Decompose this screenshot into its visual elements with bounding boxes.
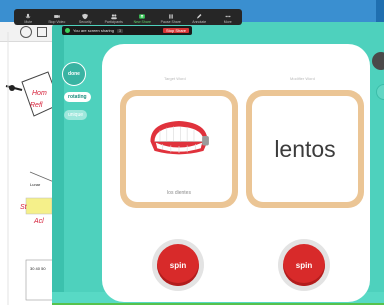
security-label: Security [78, 20, 92, 24]
zoom-toolbar: Mute Stop Video Security Participants Ne… [14, 9, 242, 25]
more-icon [225, 15, 231, 18]
teeth-image [150, 121, 209, 155]
whiteboard-note: St [20, 204, 27, 211]
sharing-status-text: You are screen sharing [73, 28, 114, 33]
whiteboard-note: 30 40 50 [30, 266, 46, 271]
whiteboard-note: Refl [30, 102, 43, 109]
spin-label: spin [283, 244, 325, 286]
annotate-label: Annotate [192, 20, 207, 24]
annotate-button[interactable]: Annotate [185, 9, 214, 25]
participants-label: Participants [104, 20, 123, 24]
shield-icon [82, 13, 89, 20]
game-window: done rotating unique Target Word Modifie… [52, 22, 384, 305]
mode-unique-button[interactable]: unique [64, 110, 88, 120]
done-button[interactable]: done [62, 62, 86, 86]
card-face: los dientes [126, 96, 232, 202]
whiteboard-note: Hom [32, 90, 47, 97]
stop-video-label: Stop Video [48, 20, 66, 24]
left-spin-button[interactable]: spin [152, 239, 204, 291]
card-face: lentos [252, 96, 358, 202]
new-share-label: New Share [133, 20, 151, 24]
pencil-icon [197, 14, 202, 19]
whiteboard-note: Acl [34, 218, 44, 225]
pause-share-label: Pause Share [160, 20, 181, 24]
more-button[interactable]: More [214, 9, 243, 25]
more-label: More [223, 20, 232, 24]
sharing-indicator-icon [65, 28, 70, 33]
whiteboard-note: Lunar [30, 182, 41, 187]
mute-label: Mute [24, 20, 33, 24]
target-word-label: Target Word [164, 76, 186, 81]
share-screen-icon [139, 14, 146, 19]
spin-label: spin [157, 244, 199, 286]
stop-video-button[interactable]: Stop Video [43, 9, 72, 25]
participants-icon [110, 14, 117, 20]
new-share-button[interactable]: New Share [128, 9, 157, 25]
participants-button[interactable]: Participants [100, 9, 129, 25]
pause-icon [169, 14, 173, 19]
sharing-count-chip[interactable]: 3 [117, 28, 123, 33]
teal-stripe [52, 22, 64, 305]
side-control-button[interactable] [372, 52, 384, 70]
security-button[interactable]: Security [71, 9, 100, 25]
mode-rotating-button[interactable]: rotating [64, 92, 91, 102]
modifier-word-label: Modifier Word [290, 76, 315, 81]
right-spin-button[interactable]: spin [278, 239, 330, 291]
target-word-caption: los dientes [167, 190, 191, 196]
target-word-card[interactable]: los dientes [120, 90, 238, 208]
video-camera-icon [53, 15, 60, 18]
modifier-word-card[interactable]: lentos [246, 90, 364, 208]
stop-share-button[interactable]: Stop Share [162, 28, 189, 33]
sharing-status-bar: You are screen sharing 3 Stop Share [62, 26, 192, 35]
modifier-word-text: lentos [274, 136, 336, 162]
mute-button[interactable]: Mute [14, 9, 43, 25]
pause-share-button[interactable]: Pause Share [157, 9, 186, 25]
game-board: Target Word Modifier Word los dientes le… [102, 44, 370, 302]
side-teal-button[interactable] [376, 84, 384, 100]
microphone-icon [25, 13, 31, 19]
